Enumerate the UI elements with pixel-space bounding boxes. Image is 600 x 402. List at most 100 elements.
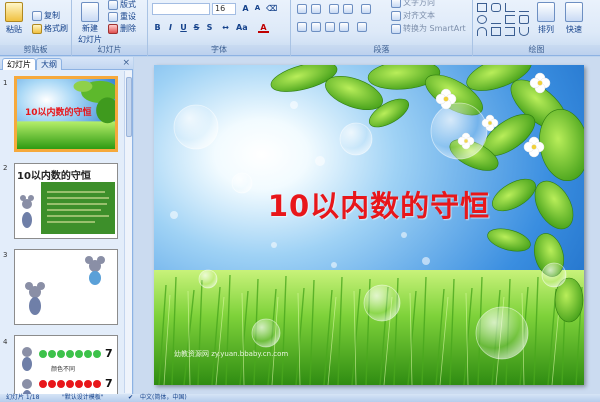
copy-button[interactable]: 复制 xyxy=(32,10,60,21)
delete-slide-button[interactable]: 删除 xyxy=(108,23,136,34)
quick-styles-icon xyxy=(565,2,583,22)
count-label-green: 7 xyxy=(105,347,113,360)
slide-number: 4 xyxy=(3,338,8,346)
columns-icon[interactable] xyxy=(357,22,367,32)
justify-icon[interactable] xyxy=(339,22,349,32)
text-direction-button[interactable]: 文字方向 xyxy=(391,0,435,8)
slide-background xyxy=(154,65,584,385)
caption-label: 颜色不同 xyxy=(51,366,76,373)
tab-outline[interactable]: 大纲 xyxy=(36,58,62,70)
strikethrough-button[interactable]: S xyxy=(191,22,202,33)
wave-shape-icon[interactable] xyxy=(519,27,529,36)
arrow-shape-icon[interactable] xyxy=(519,3,529,12)
align-text-icon xyxy=(391,10,401,21)
char-spacing-button[interactable]: ↔ xyxy=(220,22,231,33)
group-label-font: 字体 xyxy=(148,45,290,55)
font-name-combo[interactable] xyxy=(152,3,210,15)
curve-shape-icon[interactable] xyxy=(477,27,487,36)
layout-button[interactable]: 版式 xyxy=(108,0,136,10)
tab-slides[interactable]: 幻灯片 xyxy=(2,58,36,70)
slide-canvas: 10以内数的守恒 幼教资源网 zy.yuan.bbaby.cn.com xyxy=(134,57,600,394)
panel-tabs: 幻灯片 大纲 × xyxy=(0,57,133,70)
check-icon: ✔ xyxy=(128,394,134,401)
bracket-shape-icon[interactable] xyxy=(505,15,515,24)
bold-button[interactable]: B xyxy=(152,22,163,33)
italic-button[interactable]: I xyxy=(165,22,176,33)
rounded-rect-shape-icon[interactable] xyxy=(491,3,501,12)
callout-shape-icon[interactable] xyxy=(491,27,501,36)
font-size-combo[interactable]: 16 xyxy=(212,3,236,15)
quick-styles-button[interactable]: 快速 xyxy=(565,2,583,35)
ribbon: 粘贴 复制 格式刷 剪贴板 新建 幻灯片 版式 重设 删除 幻灯片 16 A A… xyxy=(0,0,600,56)
slide-number: 1 xyxy=(3,79,8,87)
grow-font-button[interactable]: A xyxy=(240,3,251,14)
status-theme: "默认设计模板" xyxy=(62,394,104,401)
new-slide-button[interactable]: 新建 幻灯片 xyxy=(78,2,102,44)
format-painter-button[interactable]: 格式刷 xyxy=(32,23,68,34)
slides-panel: 幻灯片 大纲 × 1 10以内数的守恒 2 10以内数的守恒 3 4 7 颜色不… xyxy=(0,57,133,402)
group-label-drawing: 绘图 xyxy=(473,45,600,55)
align-left-icon[interactable] xyxy=(297,22,307,32)
group-label-clipboard: 剪贴板 xyxy=(0,45,71,55)
font-color-button[interactable]: A xyxy=(258,22,269,33)
status-bar: 幻灯片 1/18 "默认设计模板" ✔ 中文(简体，中国) xyxy=(0,394,600,402)
reset-icon xyxy=(108,11,118,22)
thumb-content xyxy=(25,256,105,315)
align-right-icon[interactable] xyxy=(325,22,335,32)
group-font: 16 A A ⌫ B I U S S ↔ Aa A 字体 xyxy=(148,0,291,56)
group-label-slides: 幻灯片 xyxy=(72,45,147,55)
smartart-button[interactable]: 转换为 SmartArt xyxy=(391,23,466,34)
count-label-red: 7 xyxy=(105,377,113,390)
scrollbar-thumb[interactable] xyxy=(126,77,132,137)
copy-icon xyxy=(32,10,42,21)
slide-number: 2 xyxy=(3,164,8,172)
group-drawing: 排列 快速 绘图 xyxy=(473,0,600,56)
line-spacing-icon[interactable] xyxy=(361,4,371,14)
layout-icon xyxy=(108,0,118,10)
line-shape-icon[interactable] xyxy=(505,3,515,12)
align-center-icon[interactable] xyxy=(311,22,321,32)
slide-thumbnail-4[interactable]: 7 颜色不同 7 xyxy=(14,335,118,402)
oval-shape-icon[interactable] xyxy=(477,15,487,24)
group-slides: 新建 幻灯片 版式 重设 删除 幻灯片 xyxy=(72,0,148,56)
status-language[interactable]: 中文(简体，中国) xyxy=(140,394,187,402)
main-slide[interactable]: 10以内数的守恒 幼教资源网 zy.yuan.bbaby.cn.com xyxy=(154,65,584,385)
underline-button[interactable]: U xyxy=(178,22,189,33)
status-slide-count: 幻灯片 1/18 xyxy=(6,394,40,401)
change-case-button[interactable]: Aa xyxy=(236,22,248,33)
thumb-title: 10以内数的守恒 xyxy=(25,108,92,118)
slide-title[interactable]: 10以内数的守恒 xyxy=(154,183,584,225)
rectangle-shape-icon[interactable] xyxy=(477,3,487,12)
reset-button[interactable]: 重设 xyxy=(108,11,136,22)
delete-icon xyxy=(108,23,118,34)
close-icon[interactable]: × xyxy=(122,58,130,68)
arrange-icon xyxy=(537,2,555,22)
smartart-icon xyxy=(391,23,401,34)
bullets-icon[interactable] xyxy=(297,4,307,14)
thumb-content xyxy=(20,182,115,234)
numbering-icon[interactable] xyxy=(311,4,321,14)
slide-thumbnail-3[interactable] xyxy=(14,249,118,325)
align-text-button[interactable]: 对齐文本 xyxy=(391,10,435,21)
brace-shape-icon[interactable] xyxy=(505,27,515,36)
slide-watermark: 幼教资源网 zy.yuan.bbaby.cn.com xyxy=(174,350,289,358)
paste-button[interactable]: 粘贴 xyxy=(5,2,23,35)
star-shape-icon[interactable] xyxy=(519,15,529,24)
indent-icon[interactable] xyxy=(343,4,353,14)
clear-format-button[interactable]: ⌫ xyxy=(266,3,277,14)
arrange-button[interactable]: 排列 xyxy=(537,2,555,35)
panel-scrollbar[interactable] xyxy=(124,71,132,393)
shrink-font-button[interactable]: A xyxy=(252,3,263,14)
group-clipboard: 粘贴 复制 格式刷 剪贴板 xyxy=(0,0,72,56)
triangle-shape-icon[interactable] xyxy=(491,15,501,24)
outdent-icon[interactable] xyxy=(329,4,339,14)
group-paragraph: 文字方向 对齐文本 转换为 SmartArt 段落 xyxy=(291,0,473,56)
paste-icon xyxy=(5,2,23,22)
slide-thumbnail-1[interactable]: 10以内数的守恒 xyxy=(14,76,118,152)
slide-thumbnail-2[interactable]: 10以内数的守恒 xyxy=(14,163,118,239)
slide-number: 3 xyxy=(3,251,8,259)
text-direction-icon xyxy=(391,0,401,8)
shadow-button[interactable]: S xyxy=(204,22,215,33)
new-slide-icon xyxy=(81,2,99,22)
brush-icon xyxy=(32,23,42,34)
